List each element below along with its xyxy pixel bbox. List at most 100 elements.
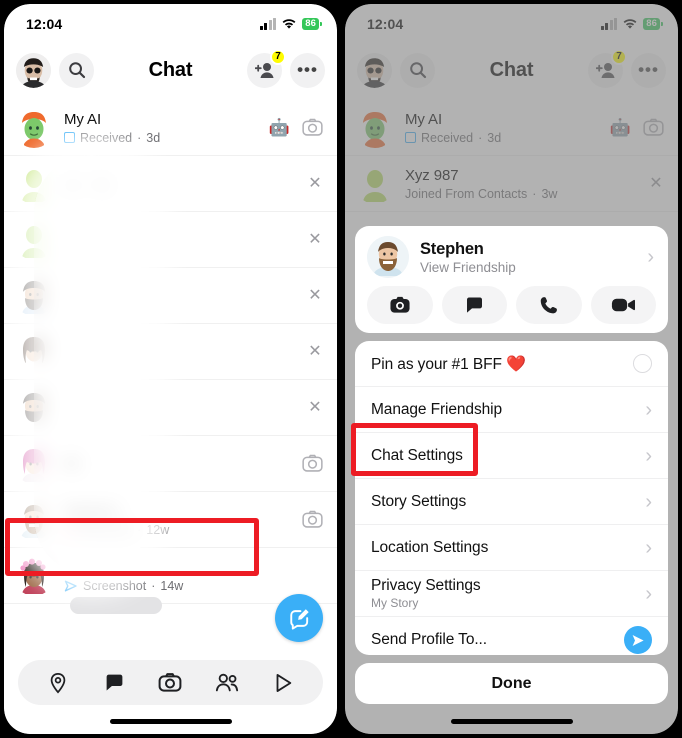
menu-item-chat-settings[interactable]: Chat Settings › bbox=[355, 433, 668, 480]
avatar bbox=[14, 555, 54, 596]
chat-bubble-icon[interactable] bbox=[97, 666, 131, 700]
friends-icon[interactable] bbox=[210, 666, 244, 700]
menu-item-privacy-settings[interactable]: Privacy Settings My Story › bbox=[355, 571, 668, 618]
chevron-right-icon: › bbox=[645, 398, 652, 421]
list-item-stephen[interactable]: Stephen Received · 12w bbox=[4, 492, 337, 548]
avatar bbox=[367, 236, 409, 278]
left-phone-screen: 12:04 86 Chat 7 ••• My AI Received · 3d … bbox=[4, 4, 337, 734]
send-icon[interactable] bbox=[624, 626, 652, 655]
spotlight-play-icon[interactable] bbox=[266, 666, 300, 700]
compose-chat-button[interactable] bbox=[275, 594, 323, 642]
radio-toggle[interactable] bbox=[633, 354, 652, 374]
more-dots-glyph: ••• bbox=[297, 59, 318, 79]
chevron-right-icon: › bbox=[645, 444, 652, 467]
cellular-signal-icon bbox=[259, 17, 277, 30]
call-action-button[interactable] bbox=[516, 286, 582, 324]
close-icon[interactable]: ✕ bbox=[307, 287, 323, 304]
chevron-right-icon: › bbox=[645, 582, 652, 605]
list-item-text: Stephen Received · 12w bbox=[64, 503, 302, 537]
status-text: Received bbox=[80, 130, 133, 145]
status-time: 14w bbox=[160, 578, 184, 593]
profile-card-header[interactable]: Stephen View Friendship › bbox=[355, 226, 668, 286]
status-time: 12w bbox=[146, 522, 170, 537]
menu-item-control[interactable] bbox=[633, 354, 652, 374]
battery-indicator: 86 bbox=[302, 17, 322, 31]
status-dot: · bbox=[151, 578, 156, 593]
more-options-icon[interactable]: ••• bbox=[290, 52, 325, 88]
chat-header-left: Chat 7 ••• bbox=[4, 40, 337, 100]
menu-item-pin-bff[interactable]: Pin as your #1 BFF ❤️ bbox=[355, 341, 668, 388]
list-item[interactable]: My AI Received · 3d 🤖 bbox=[4, 100, 337, 156]
right-phone-screen: 12:04 86 bbox=[345, 4, 678, 734]
menu-item-manage-friendship[interactable]: Manage Friendship › bbox=[355, 387, 668, 434]
list-item-status: cts · 3w bbox=[64, 178, 307, 192]
bottom-navigation-bar bbox=[4, 650, 337, 734]
search-icon[interactable] bbox=[59, 52, 94, 88]
avatar bbox=[14, 387, 54, 428]
menu-item-text: Pin as your #1 BFF ❤️ bbox=[371, 354, 526, 374]
avatar bbox=[14, 443, 54, 484]
list-item[interactable]: ✕ bbox=[4, 212, 337, 268]
list-item[interactable]: ✕ bbox=[4, 268, 337, 324]
camera-icon[interactable] bbox=[302, 509, 323, 530]
search-glyph bbox=[68, 62, 85, 79]
heart-icon: ❤️ bbox=[506, 355, 527, 373]
close-icon[interactable]: ✕ bbox=[307, 231, 323, 248]
add-friend-icon[interactable]: 7 bbox=[247, 48, 286, 88]
status-time: 12:04 bbox=[26, 16, 63, 32]
profile-name: Stephen bbox=[420, 239, 484, 258]
menu-item-control: › bbox=[645, 584, 652, 604]
robot-icon: 🤖 bbox=[268, 117, 290, 137]
camera-icon[interactable] bbox=[302, 453, 323, 474]
camera-action-button[interactable] bbox=[367, 286, 433, 324]
profile-quick-actions bbox=[355, 286, 668, 333]
camera-icon[interactable] bbox=[153, 666, 187, 700]
avatar bbox=[14, 499, 54, 540]
redaction-overlay bbox=[70, 597, 162, 614]
list-item[interactable]: Screenshot · 14w bbox=[4, 548, 337, 604]
list-item-status: Received · 12w bbox=[64, 523, 302, 537]
status-bar-left: 12:04 86 bbox=[4, 4, 337, 40]
view-friendship-label: View Friendship bbox=[420, 259, 516, 275]
list-item-actions bbox=[302, 509, 323, 530]
list-item-actions bbox=[302, 453, 323, 474]
menu-item-story-settings[interactable]: Story Settings › bbox=[355, 479, 668, 526]
list-item[interactable]: ✕ bbox=[4, 324, 337, 380]
avatar bbox=[14, 107, 54, 148]
send-arrow-glyph bbox=[632, 634, 644, 646]
list-item-text: My AI Received · 3d bbox=[64, 111, 269, 145]
map-location-icon[interactable] bbox=[41, 666, 75, 700]
list-item-text: cts · 3w bbox=[64, 176, 307, 192]
close-icon[interactable]: ✕ bbox=[307, 399, 323, 416]
menu-item-send-profile[interactable]: Send Profile To... bbox=[355, 617, 668, 655]
menu-item-location-settings[interactable]: Location Settings › bbox=[355, 525, 668, 572]
camera-icon[interactable] bbox=[302, 117, 323, 138]
chevron-right-icon: › bbox=[647, 246, 654, 268]
screenshot-icon bbox=[64, 580, 77, 591]
list-item[interactable]: cts · 3w ✕ bbox=[4, 156, 337, 212]
status-text: Screenshot bbox=[83, 578, 147, 593]
status-time: 3d bbox=[146, 130, 161, 145]
list-item-text: Screenshot · 14w bbox=[64, 559, 323, 593]
settings-menu-card: Pin as your #1 BFF ❤️ Manage Friendship … bbox=[355, 341, 668, 656]
close-icon[interactable]: ✕ bbox=[307, 175, 323, 192]
video-call-action-button[interactable] bbox=[590, 286, 656, 324]
chat-action-button[interactable] bbox=[441, 286, 507, 324]
avatar-image bbox=[16, 52, 51, 88]
chevron-right-icon: › bbox=[645, 536, 652, 559]
profile-card: Stephen View Friendship › bbox=[355, 226, 668, 334]
done-button[interactable]: Done bbox=[355, 663, 668, 704]
menu-item-control[interactable] bbox=[624, 626, 652, 655]
menu-item-control: › bbox=[645, 400, 652, 420]
add-friend-glyph bbox=[254, 63, 273, 78]
menu-item-label: Chat Settings bbox=[371, 446, 463, 464]
list-item[interactable]: ✕ bbox=[4, 380, 337, 436]
profile-bitmoji-avatar[interactable] bbox=[16, 52, 51, 88]
menu-item-label: Location Settings bbox=[371, 538, 489, 556]
chevron-right-icon: › bbox=[645, 490, 652, 513]
menu-item-control: › bbox=[645, 446, 652, 466]
avatar bbox=[14, 331, 54, 372]
avatar bbox=[14, 163, 54, 204]
list-item[interactable]: tte bbox=[4, 436, 337, 492]
close-icon[interactable]: ✕ bbox=[307, 343, 323, 360]
